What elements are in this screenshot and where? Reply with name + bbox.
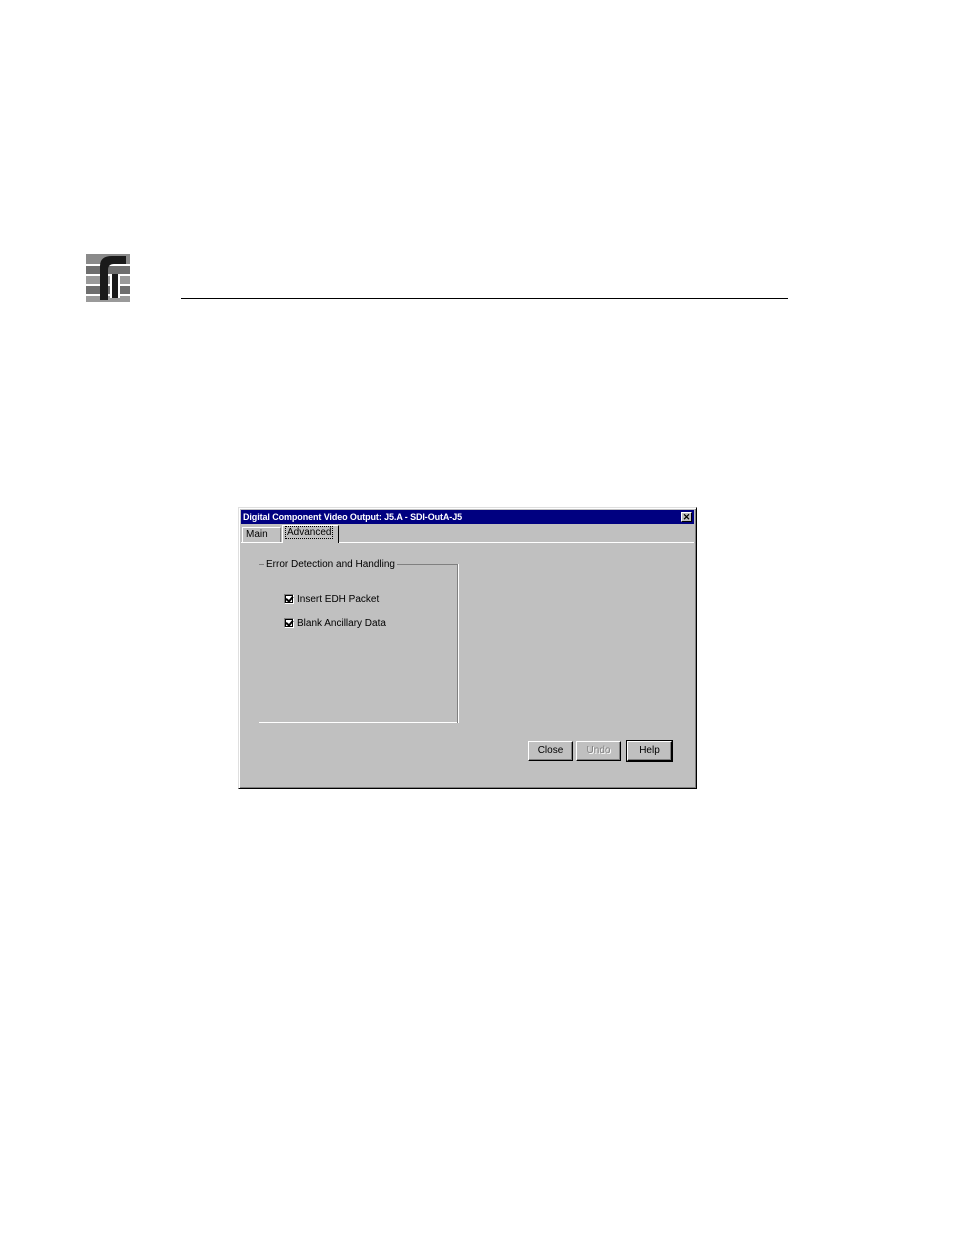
insert-edh-packet-option[interactable]: Insert EDH Packet xyxy=(284,594,379,606)
close-icon: ✕ xyxy=(682,512,691,522)
tab-advanced[interactable]: Advanced xyxy=(282,525,339,543)
tab-main-label: Main xyxy=(246,529,268,540)
undo-button[interactable]: Undo xyxy=(576,741,621,761)
dialog-window: Digital Component Video Output: J5.A - S… xyxy=(238,507,697,789)
tab-advanced-label: Advanced xyxy=(284,526,334,539)
error-handling-groupbox xyxy=(259,564,458,723)
groupbox-label: Error Detection and Handling xyxy=(264,559,397,571)
blank-ancillary-data-label: Blank Ancillary Data xyxy=(297,618,386,629)
close-window-button[interactable]: ✕ xyxy=(681,512,692,522)
insert-edh-packet-checkbox[interactable] xyxy=(284,594,294,605)
blank-ancillary-data-option[interactable]: Blank Ancillary Data xyxy=(284,618,386,630)
close-button[interactable]: Close xyxy=(528,741,573,761)
blank-ancillary-data-checkbox[interactable] xyxy=(284,618,294,629)
company-logo xyxy=(86,252,130,302)
dialog-title: Digital Component Video Output: J5.A - S… xyxy=(243,512,462,522)
header-rule xyxy=(181,298,788,299)
help-button[interactable]: Help xyxy=(626,740,673,762)
dialog-titlebar[interactable]: Digital Component Video Output: J5.A - S… xyxy=(241,510,694,524)
insert-edh-packet-label: Insert EDH Packet xyxy=(297,594,380,605)
tab-main[interactable]: Main xyxy=(242,527,281,542)
